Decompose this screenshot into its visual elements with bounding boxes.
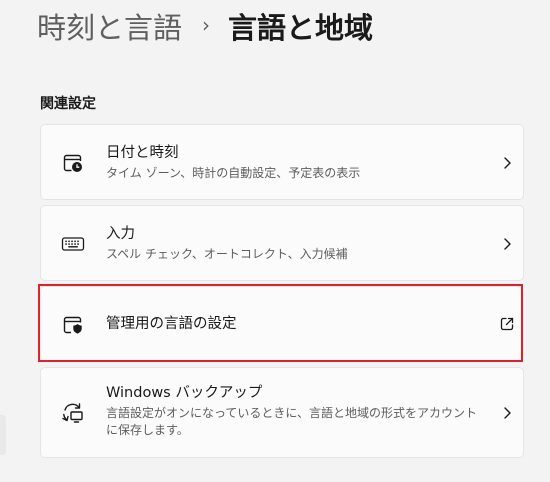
setting-title: 日付と時刻 bbox=[106, 145, 179, 161]
side-panel-edge bbox=[0, 415, 6, 455]
chevron-right-icon bbox=[497, 234, 517, 254]
setting-title: Windows バックアップ bbox=[106, 385, 263, 401]
setting-subtitle: スペル チェック、オートコレクト、入力候補 bbox=[106, 247, 348, 261]
related-setting-typing[interactable]: 入力 スペル チェック、オートコレクト、入力候補 bbox=[40, 205, 524, 281]
breadcrumb-parent-link[interactable]: 時刻と言語 bbox=[37, 5, 182, 47]
related-setting-administrative-language[interactable]: 管理用の言語の設定 bbox=[40, 286, 524, 362]
setting-title: 管理用の言語の設定 bbox=[106, 316, 237, 332]
admin-shield-icon bbox=[61, 313, 85, 337]
chevron-right-icon bbox=[497, 403, 517, 423]
related-setting-windows-backup[interactable]: Windows バックアップ 言語設定がオンになっているときに、言語と地域の形式… bbox=[40, 367, 524, 458]
setting-subtitle: タイム ゾーン、時計の自動設定、予定表の表示 bbox=[106, 166, 361, 180]
setting-subtitle: 言語設定がオンになっているときに、言語と地域の形式をアカウントに保存します。 bbox=[106, 406, 478, 437]
settings-page: 時刻と言語 › 言語と地域 関連設定 日付と時刻 タイム ゾーン、時計の自動設定… bbox=[0, 0, 550, 482]
page-title: 言語と地域 bbox=[228, 11, 374, 45]
related-setting-date-time[interactable]: 日付と時刻 タイム ゾーン、時計の自動設定、予定表の表示 bbox=[40, 124, 524, 200]
date-time-icon bbox=[61, 151, 85, 175]
setting-title: 入力 bbox=[106, 226, 135, 242]
keyboard-icon bbox=[61, 232, 85, 256]
breadcrumb: 時刻と言語 › 言語と地域 bbox=[37, 4, 373, 48]
backup-sync-icon bbox=[61, 401, 85, 425]
external-link-icon bbox=[497, 314, 517, 334]
setting-text: 管理用の言語の設定 bbox=[106, 315, 473, 334]
setting-text: Windows バックアップ 言語設定がオンになっているときに、言語と地域の形式… bbox=[106, 384, 481, 439]
breadcrumb-separator-icon: › bbox=[202, 13, 211, 37]
setting-text: 入力 スペル チェック、オートコレクト、入力候補 bbox=[106, 225, 473, 263]
setting-text: 日付と時刻 タイム ゾーン、時計の自動設定、予定表の表示 bbox=[106, 144, 473, 182]
section-title-related-settings: 関連設定 bbox=[40, 96, 96, 112]
chevron-right-icon bbox=[497, 153, 517, 173]
